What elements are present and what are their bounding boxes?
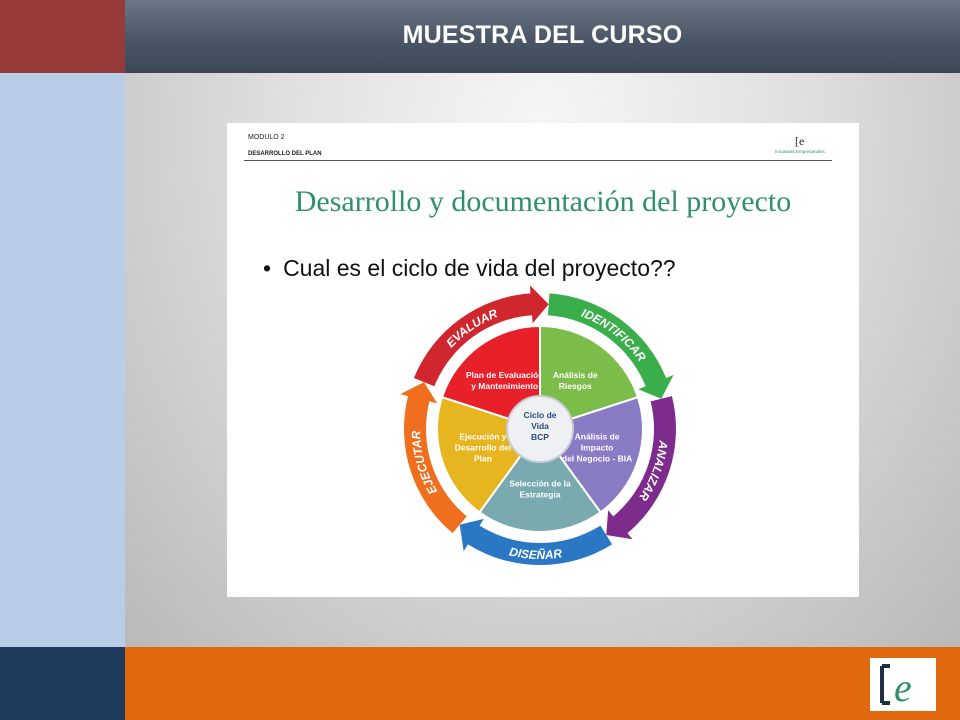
segment-label: Análisis de — [575, 432, 620, 442]
brand-logo: e — [870, 658, 936, 711]
left-strip — [0, 73, 125, 647]
segment-label: Impacto — [581, 443, 614, 453]
segment-label: Análisis de — [553, 370, 598, 380]
header-bar: MUESTRA DEL CURSO — [125, 0, 960, 73]
slide-preview: MODULO 2 DESARROLLO DEL PLAN [e Iniciati… — [227, 123, 859, 597]
lifecycle-diagram: Plan de Evaluacióny Mantenimiento Análisi… — [400, 285, 676, 565]
center-label: Vida — [531, 421, 549, 431]
segment-label: Plan — [474, 454, 492, 464]
footer-bar — [125, 647, 960, 720]
segment-label: Plan de Evaluación — [466, 370, 543, 380]
bottom-left-block — [0, 647, 125, 720]
segment-label: Ejecución y — [459, 432, 507, 442]
page-title: MUESTRA DEL CURSO — [402, 21, 683, 49]
segment-label: y Mantenimiento — [471, 381, 538, 391]
segment-label: del Negocio - BIA — [562, 454, 632, 464]
brand-logo-mark: e — [894, 665, 912, 710]
center-label: BCP — [531, 432, 549, 442]
segment-label: Riesgos — [559, 381, 592, 391]
center-label: Ciclo de — [523, 410, 556, 420]
top-left-block — [0, 0, 125, 73]
segment-label: Selección de la — [509, 479, 571, 489]
segment-label: Desarrollo del — [455, 443, 512, 453]
segment-label: Estrategia — [519, 490, 560, 500]
